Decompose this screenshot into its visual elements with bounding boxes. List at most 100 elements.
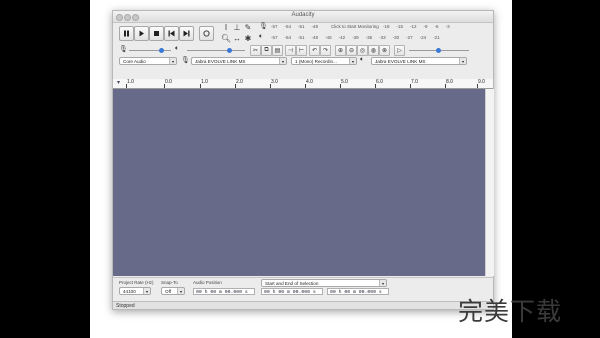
snap-to-dropdown[interactable]: Off ▾ (161, 287, 185, 295)
playback-volume-slider[interactable] (187, 48, 245, 53)
slider-thumb[interactable] (227, 48, 232, 53)
zoom-toggle-button[interactable]: ⊗ (379, 45, 390, 56)
ruler-tick: 2.0 (235, 79, 243, 88)
chevron-down-icon: ▾ (459, 58, 466, 64)
trim-button[interactable]: ⊣ (285, 45, 296, 56)
selection-tool-button[interactable]: I (221, 23, 231, 33)
meter-tick: -36 (365, 35, 373, 40)
selection-start-field[interactable]: 00 h 00 m 00.000 s (261, 288, 323, 295)
pause-icon (124, 30, 129, 37)
playback-meter-scale[interactable]: -57 -54 -51 -48 -45 -42 -39 -36 -33 -30 … (271, 33, 491, 42)
slider-thumb[interactable] (436, 48, 441, 53)
zoom-in-button[interactable]: ⊕ (335, 45, 346, 56)
selection-toolbar: Project Rate (Hz) 44100 ▾ Snap-To Off ▾ Au… (113, 277, 493, 302)
project-rate-dropdown[interactable]: 44100 ▾ (119, 287, 151, 295)
ruler-tick: 9.0 (477, 79, 485, 88)
fit-selection-button[interactable]: ◎ (357, 45, 368, 56)
meter-tick: -21 (433, 35, 440, 40)
paste-button[interactable]: ▤ (272, 45, 283, 56)
window-title: Audacity (291, 12, 315, 18)
envelope-tool-button[interactable]: ⊥ (232, 23, 242, 33)
record-meter-scale[interactable]: -57 -54 -51 -48 (271, 22, 331, 31)
project-rate-value: 44100 (123, 289, 136, 294)
project-rate-label: Project Rate (Hz) (119, 280, 154, 285)
selection-tool-icon: I (224, 23, 228, 32)
timeshift-tool-icon: ↔ (233, 34, 241, 43)
audacity-window: Audacity I ⊥ ✎ 🔍︎ ↔ ✱ 🎙︎ -57 -54 -51 -48… (112, 10, 494, 310)
meter-tick: -54 (284, 24, 292, 29)
cut-button[interactable]: ✂ (250, 45, 261, 56)
silence-button[interactable]: ⊢ (296, 45, 307, 56)
playback-volume-icon: 🔈︎ (175, 45, 180, 52)
chevron-down-icon: ▾ (379, 280, 386, 286)
snap-to-value: Off (165, 289, 172, 294)
slider-thumb[interactable] (159, 48, 164, 53)
copy-button[interactable]: ⧉ (261, 45, 272, 56)
meter-tick: -45 (325, 35, 332, 40)
zoom-out-icon: ⊖ (348, 48, 355, 54)
silence-icon: ⊢ (298, 48, 305, 54)
undo-button[interactable]: ↶ (309, 45, 320, 56)
zoom-tool-button[interactable]: 🔍︎ (221, 34, 231, 44)
recording-channels-dropdown[interactable]: 1 (Mono) Recordin... ▾ (291, 57, 357, 65)
microphone-icon: 🎙︎ (259, 23, 268, 30)
selection-mode-dropdown[interactable]: Start and End of Selection ▾ (261, 279, 387, 287)
zoom-out-button[interactable]: ⊖ (346, 45, 357, 56)
status-bar: Stopped (113, 301, 493, 309)
multi-tool-button[interactable]: ✱ (243, 34, 253, 44)
meter-tick: -48 (311, 35, 319, 40)
speaker-icon: 🔈︎ (259, 33, 264, 40)
record-button[interactable] (199, 26, 214, 41)
meter-tick: -30 (392, 35, 400, 40)
microphone-icon: 🎙︎ (181, 57, 190, 64)
fit-project-button[interactable]: ◍ (368, 45, 379, 56)
monitoring-prompt: Click to Start Monitoring (331, 24, 379, 29)
meter-tick: -48 (311, 24, 319, 29)
meter-tick: -54 (284, 35, 292, 40)
recording-device-dropdown[interactable]: Jabra EVOLVE LINK MS ▾ (191, 57, 287, 65)
play-icon (139, 30, 144, 37)
skip-start-icon (168, 30, 175, 37)
skip-to-end-button[interactable] (179, 26, 194, 41)
meter-tick: -57 (271, 35, 278, 40)
selection-mode-value: Start and End of Selection (265, 281, 319, 286)
meter-tick: -18 (383, 24, 390, 29)
skip-end-icon (183, 30, 190, 37)
playback-device-dropdown[interactable]: Jabra EVOLVE LINK MS ▾ (371, 57, 467, 65)
timeline-ruler[interactable]: ▾ 1.0 0.0 1.0 2.0 3.0 4.0 5.0 6.0 7.0 8.… (113, 79, 493, 89)
redo-button[interactable]: ↷ (320, 45, 331, 56)
vertical-scrollbar[interactable] (485, 89, 494, 276)
play-button[interactable] (134, 26, 149, 41)
pause-button[interactable] (119, 26, 134, 41)
recording-device-value: Jabra EVOLVE LINK MS (195, 59, 246, 64)
audio-position-label: Audio Position (193, 280, 222, 285)
meter-tick: -12 (410, 24, 417, 29)
play-speed-slider[interactable] (409, 48, 469, 53)
meter-tick: -51 (298, 24, 305, 29)
play-at-speed-button[interactable]: ▷ (394, 45, 405, 56)
meter-tick: -33 (379, 35, 386, 40)
zoom-tool-icon: 🔍︎ (220, 34, 232, 43)
playhead-pin-icon: ▾ (117, 80, 121, 86)
record-volume-slider[interactable] (129, 48, 171, 53)
chevron-down-icon: ▾ (279, 58, 286, 64)
snap-to-label: Snap-To (161, 280, 178, 285)
skip-to-start-button[interactable] (164, 26, 179, 41)
record-meter-scale-right[interactable]: -18 -15 -12 -9 -6 -3 (383, 22, 493, 31)
record-meter-prompt[interactable]: Click to Start Monitoring (331, 22, 386, 31)
draw-tool-button[interactable]: ✎ (243, 23, 253, 33)
meter-tick: -15 (396, 24, 404, 29)
selection-end-field[interactable]: 00 h 00 m 00.000 s (327, 288, 389, 295)
play-at-speed-icon: ▷ (397, 48, 402, 54)
site-watermark: 完美下载 (458, 297, 563, 326)
ruler-tick: 8.0 (445, 79, 453, 88)
ruler-tick: 5.0 (340, 79, 348, 88)
audio-host-dropdown[interactable]: Core Audio ▾ (119, 57, 177, 65)
timeshift-tool-button[interactable]: ↔ (232, 34, 242, 44)
copy-icon: ⧉ (264, 47, 269, 53)
stop-button[interactable] (149, 26, 164, 41)
audio-position-field[interactable]: 00 h 00 m 00.000 s (193, 288, 255, 295)
track-area[interactable] (113, 89, 485, 276)
ruler-tick: 0.0 (164, 79, 172, 88)
audio-host-value: Core Audio (123, 59, 146, 64)
